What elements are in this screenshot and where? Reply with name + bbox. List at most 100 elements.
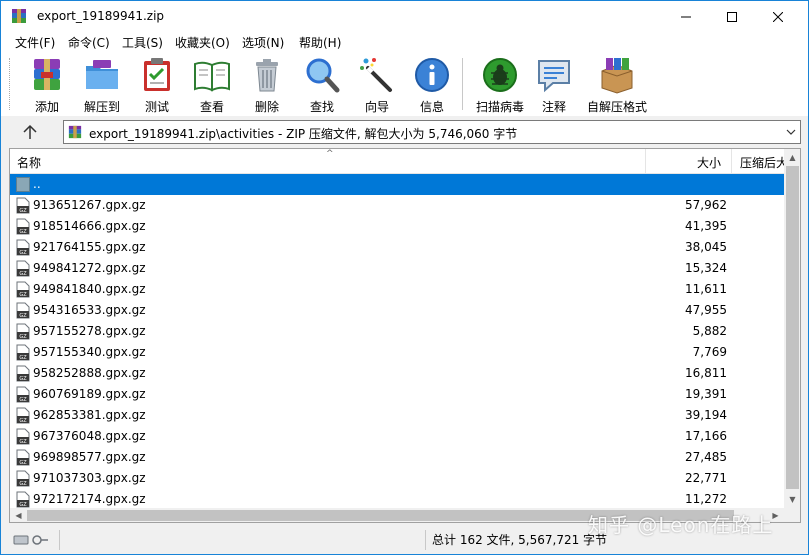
extract-to-label: 解压到 (83, 100, 120, 114)
close-button[interactable] (755, 1, 801, 32)
svg-text:GZ: GZ (19, 355, 27, 361)
info-button[interactable]: 信息 (406, 56, 458, 114)
table-row[interactable]: GZ918514666.gpx.gz41,39541,395 (10, 216, 784, 237)
trash-icon (256, 59, 278, 92)
up-arrow-icon[interactable] (21, 124, 39, 140)
table-row[interactable]: GZ949841840.gpx.gz11,61111,611 (10, 279, 784, 300)
sfx-button[interactable]: 自解压格式 (584, 56, 650, 114)
menu-favorites[interactable]: 收藏夹(O) (175, 34, 230, 51)
file-size: 5,882 (692, 324, 727, 338)
column-packed[interactable]: 压缩后大小 (740, 154, 784, 171)
menu-tools[interactable]: 工具(S) (122, 34, 163, 51)
file-size: 11,611 (685, 282, 727, 296)
find-button[interactable]: 查找 (296, 56, 348, 114)
table-row[interactable]: GZ921764155.gpx.gz38,04538,045 (10, 237, 784, 258)
svg-text:GZ: GZ (19, 208, 27, 214)
test-label: 测试 (144, 100, 169, 114)
minimize-icon (681, 16, 691, 17)
column-divider[interactable] (645, 149, 646, 174)
key-drive-icon[interactable] (13, 533, 49, 547)
vertical-scroll-thumb[interactable] (786, 166, 799, 489)
svg-text:GZ: GZ (19, 460, 27, 466)
toolbar-separator (462, 58, 463, 110)
chevron-down-icon[interactable] (786, 127, 796, 137)
file-size: 7,769 (692, 345, 727, 359)
find-label: 查找 (309, 100, 334, 114)
parent-folder-label: .. (33, 177, 41, 191)
file-name: 969898577.gpx.gz (33, 450, 146, 464)
toolbar: 添加 解压到 测试 查看 删除 查找 向导 信息 扫描病毒 注释 自解压格式 (1, 52, 808, 116)
file-name: 957155340.gpx.gz (33, 345, 146, 359)
watermark: 知乎 @Leon在路上 (588, 513, 774, 537)
gz-file-icon: GZ (16, 344, 30, 361)
gz-file-icon: GZ (16, 491, 30, 508)
table-row[interactable]: GZ972172174.gpx.gz11,27211,272 (10, 489, 784, 508)
info-icon (415, 58, 449, 92)
gz-file-icon: GZ (16, 449, 30, 466)
virus-scan-button[interactable]: 扫描病毒 (471, 56, 529, 114)
vertical-scrollbar[interactable]: ▲ ▼ (784, 149, 800, 508)
gz-file-icon: GZ (16, 218, 30, 235)
add-button[interactable]: 添加 (21, 56, 73, 114)
column-divider[interactable] (731, 149, 732, 174)
view-label: 查看 (199, 100, 224, 114)
table-row[interactable]: GZ954316533.gpx.gz47,95547,955 (10, 300, 784, 321)
sfx-label: 自解压格式 (586, 100, 647, 114)
gz-file-icon: GZ (16, 407, 30, 424)
table-row[interactable]: GZ969898577.gpx.gz27,48527,485 (10, 447, 784, 468)
wizard-button[interactable]: 向导 (351, 56, 403, 114)
svg-text:GZ: GZ (19, 250, 27, 256)
magnifier-icon (306, 58, 340, 93)
parent-folder-row[interactable]: .. (10, 174, 784, 195)
table-row[interactable]: GZ913651267.gpx.gz57,96257,962 (10, 195, 784, 216)
maximize-button[interactable] (709, 1, 755, 32)
table-row[interactable]: GZ957155278.gpx.gz5,8825,882 (10, 321, 784, 342)
comment-button[interactable]: 注释 (528, 56, 580, 114)
table-row[interactable]: GZ960769189.gpx.gz19,39119,391 (10, 384, 784, 405)
menu-options[interactable]: 选项(N) (242, 34, 284, 51)
file-size: 47,955 (685, 303, 727, 317)
file-name: 957155278.gpx.gz (33, 324, 146, 338)
virus-scan-icon (483, 58, 517, 92)
archive-icon (68, 125, 82, 139)
menu-commands[interactable]: 命令(C) (68, 34, 110, 51)
scroll-down-icon[interactable]: ▼ (784, 491, 800, 508)
scroll-up-icon[interactable]: ▲ (784, 149, 800, 166)
file-name: 960769189.gpx.gz (33, 387, 146, 401)
minimize-button[interactable] (663, 1, 709, 32)
gz-file-icon: GZ (16, 281, 30, 298)
svg-text:GZ: GZ (19, 229, 27, 235)
table-row[interactable]: GZ957155340.gpx.gz7,7697,769 (10, 342, 784, 363)
table-row[interactable]: GZ962853381.gpx.gz39,19439,194 (10, 405, 784, 426)
file-size: 27,485 (685, 450, 727, 464)
delete-label: 删除 (254, 100, 279, 114)
file-name: 913651267.gpx.gz (33, 198, 146, 212)
scroll-left-icon[interactable]: ◀ (10, 508, 27, 522)
table-row[interactable]: GZ967376048.gpx.gz17,16617,166 (10, 426, 784, 447)
address-bar[interactable]: export_19189941.zip\activities - ZIP 压缩文… (63, 120, 801, 144)
menu-help[interactable]: 帮助(H) (299, 34, 341, 51)
file-name: 949841840.gpx.gz (33, 282, 146, 296)
wizard-wand-icon (360, 58, 392, 92)
column-size[interactable]: 大小 (697, 154, 721, 171)
file-size: 17,166 (685, 429, 727, 443)
svg-text:GZ: GZ (19, 313, 27, 319)
table-row[interactable]: GZ971037303.gpx.gz22,77122,771 (10, 468, 784, 489)
table-row[interactable]: GZ949841272.gpx.gz15,32415,324 (10, 258, 784, 279)
menu-file[interactable]: 文件(F) (15, 34, 55, 51)
file-size: 57,962 (685, 198, 727, 212)
toolbar-grip[interactable] (9, 58, 12, 110)
test-button[interactable]: 测试 (131, 56, 183, 114)
delete-button[interactable]: 删除 (241, 56, 293, 114)
extract-to-button[interactable]: 解压到 (76, 56, 128, 114)
svg-text:GZ: GZ (19, 439, 27, 445)
table-row[interactable]: GZ958252888.gpx.gz16,81116,811 (10, 363, 784, 384)
file-size: 19,391 (685, 387, 727, 401)
status-separator (425, 530, 426, 550)
gz-file-icon: GZ (16, 197, 30, 214)
file-name: 962853381.gpx.gz (33, 408, 146, 422)
column-name[interactable]: 名称 (17, 154, 41, 171)
file-size: 41,395 (685, 219, 727, 233)
view-button[interactable]: 查看 (186, 56, 238, 114)
add-label: 添加 (34, 100, 59, 114)
